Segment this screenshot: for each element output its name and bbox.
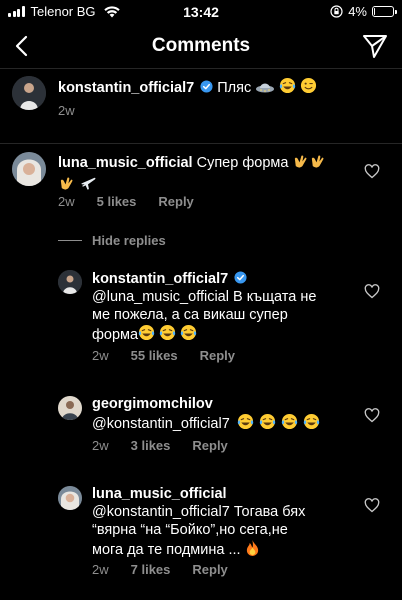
direct-send-icon[interactable] [362, 33, 388, 59]
laughing-tears-emoji [159, 324, 176, 341]
reply-body-line: @konstantin_official7 [92, 416, 230, 432]
laughing-tears-emoji [138, 324, 155, 341]
comment-likes[interactable]: 7 likes [131, 562, 171, 577]
comment-meta: 2w 5 likes Reply [58, 194, 194, 209]
caption-text: konstantin_official7 Пляс [58, 77, 317, 97]
reply-body-line: “вярна “на “Бойко”,но сега,не [92, 522, 288, 538]
orientation-lock-icon [330, 5, 343, 18]
reply-item: luna_music_official @konstantin_official… [0, 478, 402, 588]
battery-icon [372, 6, 397, 17]
comment-item: luna_music_official Супер форма 2w 5 lik… [0, 144, 402, 216]
wink-emoji [301, 77, 317, 94]
reply-body-line: ме пожела, а са викаш супер [92, 307, 288, 323]
reply-meta: 2w 3 likes Reply [92, 438, 228, 453]
ufo-icon [256, 83, 275, 93]
avatar[interactable] [58, 270, 82, 294]
comment-likes[interactable]: 3 likes [131, 438, 171, 453]
hide-replies-label: Hide replies [92, 233, 166, 248]
page-title: Comments [151, 35, 251, 56]
like-heart-icon[interactable] [364, 164, 380, 179]
laughing-tears-emoji [237, 413, 254, 430]
comment-username[interactable]: luna_music_official [58, 155, 193, 171]
comment-timestamp: 2w [92, 348, 109, 363]
status-bar: Telenor BG 13:42 4% [0, 0, 402, 24]
like-heart-icon[interactable] [364, 284, 380, 299]
clapping-hands-emoji [309, 152, 326, 174]
comment-timestamp: 2w [58, 103, 75, 118]
laughing-tears-emoji [180, 324, 197, 341]
laughing-tears-emoji [281, 413, 298, 430]
comment-body: Супер форма [196, 155, 289, 171]
clapping-hands-emoji [58, 174, 75, 196]
laughing-tears-emoji [303, 413, 320, 430]
like-heart-icon[interactable] [364, 408, 380, 423]
avatar[interactable] [58, 396, 82, 420]
avatar[interactable] [58, 486, 82, 510]
reply-body-line: мога да те подмина ... [92, 542, 241, 558]
reply-meta: 2w 55 likes Reply [92, 348, 235, 363]
reply-button[interactable]: Reply [192, 438, 227, 453]
avatar[interactable] [12, 152, 46, 186]
clapping-hands-emoji [292, 152, 309, 174]
reply-body-line: форма [92, 327, 139, 343]
comment-likes[interactable]: 55 likes [131, 348, 178, 363]
avatar[interactable] [12, 76, 46, 110]
reply-body-line: @konstantin_official7 Тогава бях [92, 504, 306, 520]
laughing-tears-emoji [280, 77, 296, 94]
hide-replies-line [58, 240, 82, 241]
comment-likes[interactable]: 5 likes [97, 194, 137, 209]
verified-badge-icon [234, 271, 247, 284]
reply-username[interactable]: georgimomchilov [92, 396, 213, 412]
reply-button[interactable]: Reply [200, 348, 235, 363]
reply-item: georgimomchilov @konstantin_official7 2w… [0, 388, 402, 468]
battery-level [374, 8, 375, 15]
airplane-emoji [81, 177, 96, 190]
like-heart-icon[interactable] [364, 498, 380, 513]
reply-item: konstantin_official7 @luna_music_officia… [0, 262, 402, 372]
reply-text: konstantin_official7 @luna_music_officia… [92, 270, 362, 344]
laughing-tears-emoji [259, 413, 276, 430]
comment-timestamp: 2w [92, 562, 109, 577]
caption-username[interactable]: konstantin_official7 [58, 80, 194, 96]
reply-meta: 2w 7 likes Reply [92, 562, 228, 577]
caption-meta: 2w [58, 103, 75, 118]
battery-percent: 4% [348, 4, 367, 19]
fire-emoji [246, 540, 258, 556]
verified-badge-icon [200, 80, 213, 93]
hide-replies-button[interactable]: Hide replies [58, 233, 166, 248]
reply-text: georgimomchilov @konstantin_official7 [92, 395, 362, 433]
comment-text: luna_music_official Супер форма [58, 152, 358, 196]
reply-username[interactable]: luna_music_official [92, 486, 227, 502]
reply-body-line: @luna_music_official В къщата не [92, 289, 317, 305]
comment-timestamp: 2w [58, 194, 75, 209]
reply-username[interactable]: konstantin_official7 [92, 271, 228, 287]
reply-text: luna_music_official @konstantin_official… [92, 485, 362, 559]
comment-timestamp: 2w [92, 438, 109, 453]
reply-button[interactable]: Reply [158, 194, 193, 209]
caption-body: Пляс [217, 80, 252, 96]
status-right: 4% [330, 4, 397, 19]
post-caption: konstantin_official7 Пляс 2w [0, 68, 402, 143]
reply-button[interactable]: Reply [192, 562, 227, 577]
navigation-bar: Comments [0, 24, 402, 69]
